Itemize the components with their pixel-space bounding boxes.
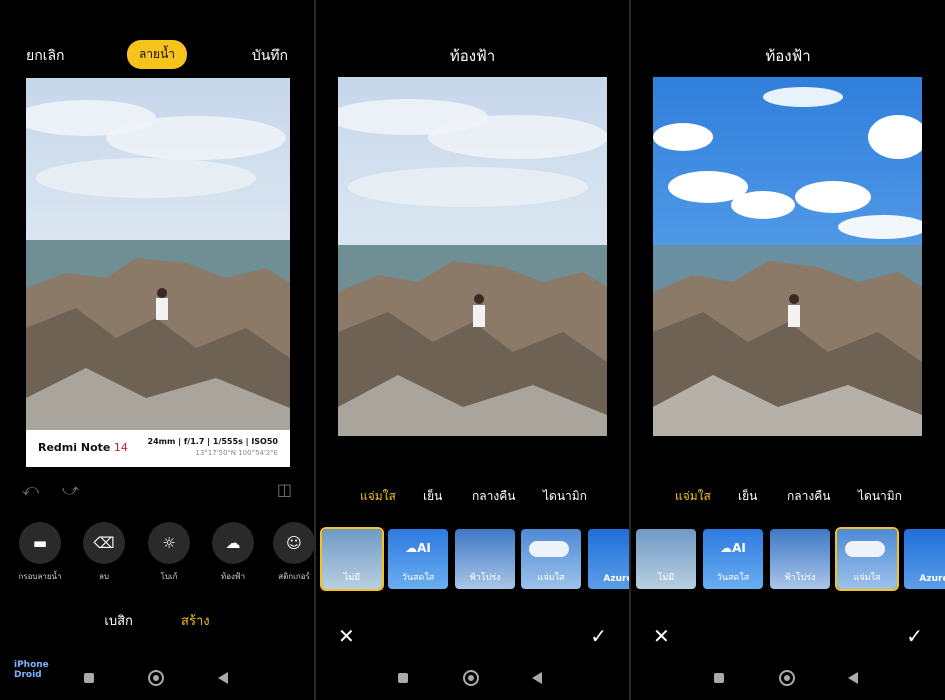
tool-watermark-frame[interactable]: ▬ กรอบลายน้ำ — [10, 522, 70, 583]
home-icon[interactable] — [463, 670, 479, 686]
photo-preview — [26, 78, 290, 430]
tool-sky[interactable]: ☁ ท้องฟ้า — [203, 522, 263, 583]
sky-thumb-none[interactable]: ไม่มี — [636, 529, 696, 589]
cloud-icon: ☁ — [212, 522, 254, 564]
action-row: ✕ ✓ — [316, 624, 629, 648]
sky-thumb-clear-sky[interactable]: ฟ้าโปร่ง — [770, 529, 830, 589]
sky-thumb-bright[interactable]: แจ่มใส — [521, 529, 581, 589]
photo-scene — [338, 99, 607, 436]
watermark-pill-button[interactable]: ลายน้ำ — [126, 40, 188, 69]
action-row: ✕ ✓ — [631, 624, 945, 648]
back-icon[interactable] — [848, 672, 858, 684]
tool-erase[interactable]: ⌫ ลบ — [74, 522, 134, 583]
bokeh-icon: ☼ — [148, 522, 190, 564]
close-icon[interactable]: ✕ — [338, 624, 355, 648]
photo-preview — [653, 77, 922, 436]
watermark-brand: Redmi Note 14 — [38, 441, 128, 454]
sky-thumbnail-strip: ไม่มี ☁AI วันสดใส ฟ้าโปร่ง แจ่มใส Azure — [316, 529, 629, 591]
mode-create-tab[interactable]: สร้าง — [181, 614, 210, 629]
mode-basic-tab[interactable]: เบสิก — [104, 614, 133, 629]
category-tab-night[interactable]: กลางคืน — [787, 487, 830, 506]
category-tab-cool[interactable]: เย็น — [738, 487, 757, 506]
confirm-check-icon[interactable]: ✓ — [590, 624, 607, 648]
sky-thumb-azure[interactable]: Azure — [588, 529, 629, 589]
category-tab-clear[interactable]: แจ่มใส — [675, 487, 711, 506]
sky-thumb-azure[interactable]: Azure — [904, 529, 945, 589]
cloud-shape — [845, 541, 885, 557]
watermark-specs: 24mm | f/1.7 | 1/555s | ISO50 13°17'50"N… — [147, 437, 278, 457]
back-icon[interactable] — [532, 672, 542, 684]
frame-icon: ▬ — [19, 522, 61, 564]
system-nav-bar — [316, 668, 629, 690]
save-button[interactable]: บันทึก — [252, 45, 288, 67]
sky-thumb-clear-sky[interactable]: ฟ้าโปร่ง — [455, 529, 515, 589]
mode-switch: เบสิก สร้าง — [0, 610, 314, 631]
tool-row: ▬ กรอบลายน้ำ ⌫ ลบ ☼ โบเก้ ☁ ท้องฟ้า ☺ สต… — [0, 522, 314, 592]
tool-sticker[interactable]: ☺ สติกเกอร์ — [264, 522, 314, 583]
cloud-shape — [529, 541, 569, 557]
page-title: ท้องฟ้า — [449, 47, 496, 65]
back-icon[interactable] — [218, 672, 228, 684]
home-icon[interactable] — [779, 670, 795, 686]
close-icon[interactable]: ✕ — [653, 624, 670, 648]
sky-thumb-none[interactable]: ไม่มี — [322, 529, 382, 589]
category-tab-dynamic[interactable]: ไดนามิก — [858, 487, 902, 506]
recents-icon[interactable] — [84, 673, 94, 683]
page-title: ท้องฟ้า — [765, 47, 811, 65]
photo-preview — [338, 77, 607, 436]
photo-scene — [26, 100, 290, 430]
redo-icon[interactable]: ⤻ — [62, 480, 79, 500]
cancel-button[interactable]: ยกเลิก — [26, 45, 65, 67]
category-tab-night[interactable]: กลางคืน — [472, 487, 515, 506]
category-tab-clear[interactable]: แจ่มใส — [360, 487, 396, 506]
undo-icon[interactable]: ⤺ — [22, 480, 39, 500]
compare-icon[interactable]: ◫ — [277, 480, 292, 499]
site-logo: iPhone Droid — [14, 660, 49, 680]
sky-thumbnail-strip: ไม่มี ☁AI วันสดใส ฟ้าโปร่ง แจ่มใส Azure — [631, 529, 945, 591]
category-tab-dynamic[interactable]: ไดนามิก — [543, 487, 587, 506]
sky-editor-panel-after: ท้องฟ้า แจ่มใส เย็น กลางคืน ไดนามิก ไม่ม… — [631, 0, 945, 700]
tool-bokeh[interactable]: ☼ โบเก้ — [139, 522, 199, 583]
sky-thumb-bright-day[interactable]: ☁AI วันสดใส — [388, 529, 448, 589]
eraser-icon: ⌫ — [83, 522, 125, 564]
watermark-editor-panel: ยกเลิก ลายน้ำ บันทึก Redmi Note 14 24mm … — [0, 0, 314, 700]
recents-icon[interactable] — [398, 673, 408, 683]
undo-redo-row: ⤺ ⤻ ◫ — [22, 480, 292, 500]
photo-scene — [653, 87, 922, 436]
ai-cloud-icon: ☁AI — [405, 541, 431, 555]
top-bar: ยกเลิก ลายน้ำ บันทึก — [0, 40, 314, 70]
ai-cloud-icon: ☁AI — [720, 541, 746, 555]
sky-editor-panel-before: ท้องฟ้า แจ่มใส เย็น กลางคืน ไดนามิก ไม่ม… — [316, 0, 629, 700]
category-tab-cool[interactable]: เย็น — [423, 487, 442, 506]
sky-thumb-bright-day[interactable]: ☁AI วันสดใส — [703, 529, 763, 589]
confirm-check-icon[interactable]: ✓ — [906, 624, 923, 648]
sky-thumb-bright[interactable]: แจ่มใส — [837, 529, 897, 589]
recents-icon[interactable] — [714, 673, 724, 683]
watermark-frame: Redmi Note 14 24mm | f/1.7 | 1/555s | IS… — [26, 430, 290, 467]
system-nav-bar — [631, 668, 945, 690]
sticker-icon: ☺ — [273, 522, 314, 564]
watermark-coords: 13°17'50"N 100°54'2"E — [195, 449, 278, 457]
home-icon[interactable] — [148, 670, 164, 686]
